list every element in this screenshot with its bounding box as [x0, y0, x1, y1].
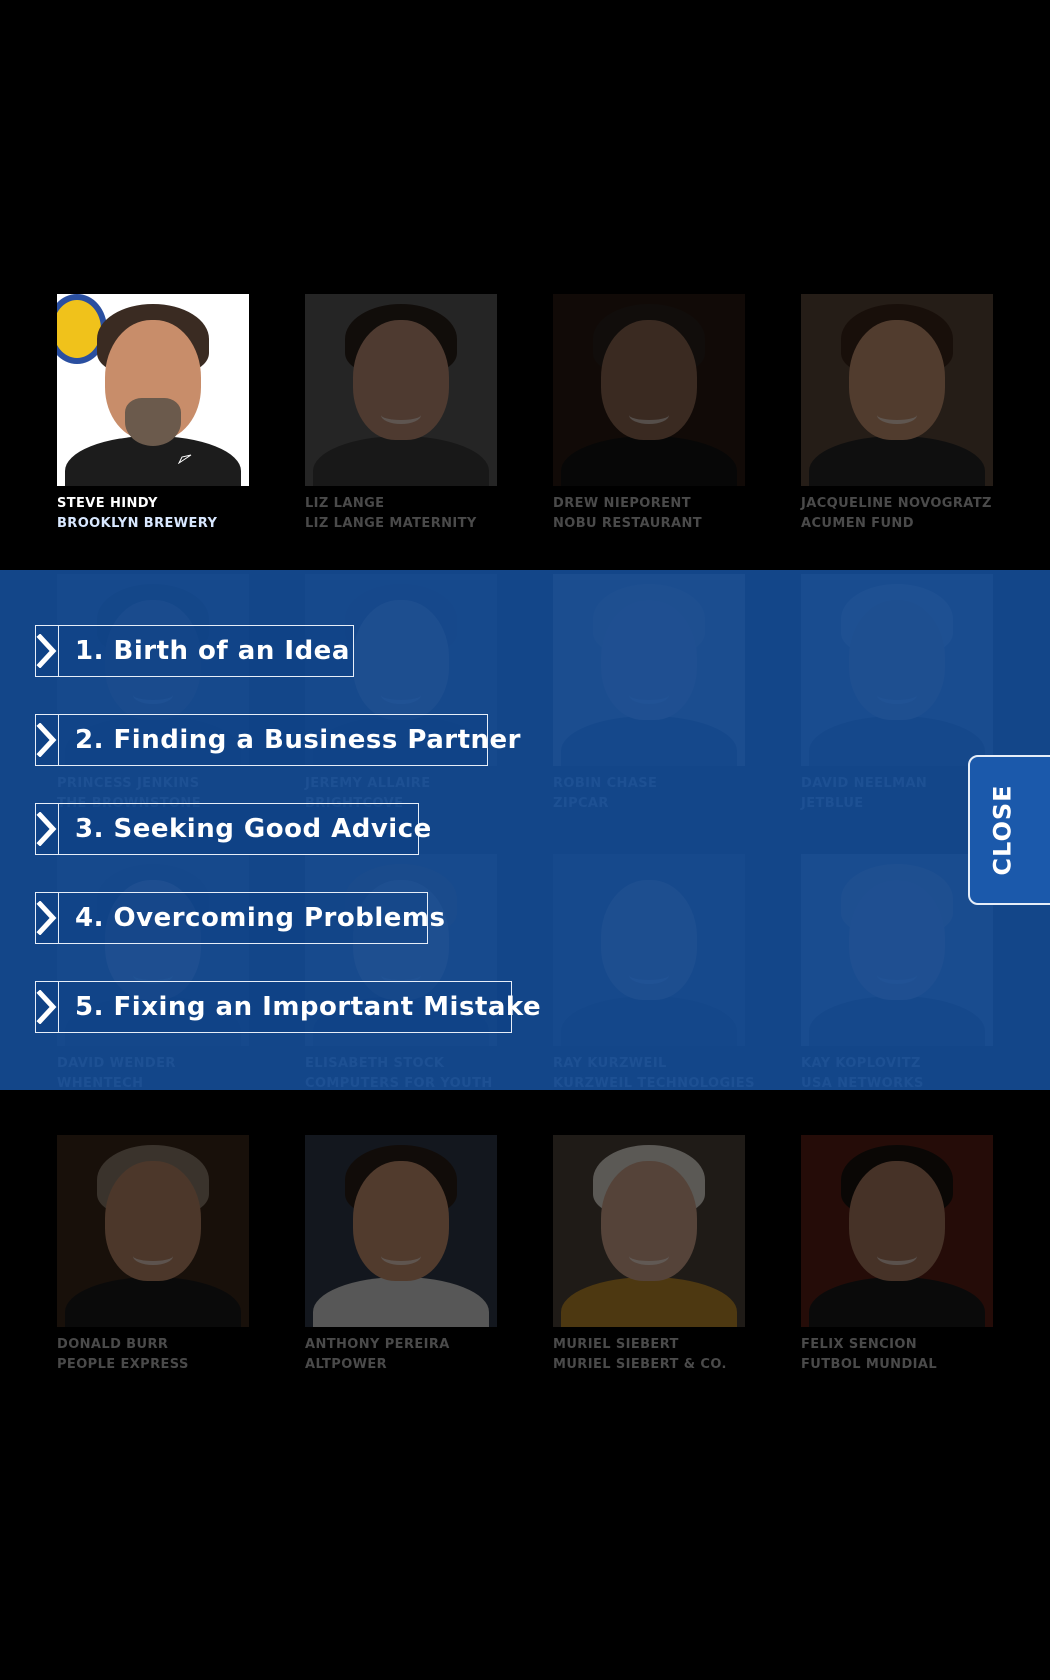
speaker-caption: JACQUELINE NOVOGRATZ ACUMEN FUND: [801, 494, 993, 534]
speaker-card[interactable]: JACQUELINE NOVOGRATZ ACUMEN FUND: [801, 294, 993, 534]
topic-button[interactable]: 3. Seeking Good Advice: [35, 803, 431, 855]
speaker-photo: [553, 294, 745, 486]
speaker-company: BROOKLYN BREWERY: [57, 516, 218, 531]
close-label: CLOSE: [989, 784, 1018, 876]
speaker-company: MURIEL SIEBERT & CO.: [553, 1357, 727, 1372]
chevron-right-icon: [36, 626, 59, 676]
chevron-right-icon: [36, 893, 59, 943]
speaker-caption: DONALD BURR PEOPLE EXPRESS: [57, 1335, 249, 1375]
topic-button[interactable]: 2. Finding a Business Partner: [35, 714, 520, 766]
topic-button[interactable]: 5. Fixing an Important Mistake: [35, 981, 541, 1033]
speaker-company: ACUMEN FUND: [801, 516, 914, 531]
speaker-name: ANTHONY PEREIRA: [305, 1337, 450, 1352]
speaker-card[interactable]: DONALD BURR PEOPLE EXPRESS: [57, 1135, 249, 1375]
topic-label: 4. Overcoming Problems: [75, 903, 446, 933]
speaker-photo: [305, 294, 497, 486]
topic-button[interactable]: 1. Birth of an Idea: [35, 625, 354, 677]
speaker-caption: DREW NIEPORENT NOBU RESTAURANT: [553, 494, 745, 534]
cursor-icon: [178, 454, 192, 464]
speaker-name: FELIX SENCION: [801, 1337, 918, 1352]
speaker-caption: LIZ LANGE LIZ LANGE MATERNITY: [305, 494, 497, 534]
topic-label: 5. Fixing an Important Mistake: [75, 992, 542, 1022]
speaker-company: LIZ LANGE MATERNITY: [305, 516, 477, 531]
topic-overlay: 1. Birth of an Idea 2. Finding a Business…: [0, 570, 1050, 1090]
speaker-card[interactable]: MURIEL SIEBERT MURIEL SIEBERT & CO.: [553, 1135, 745, 1375]
speaker-name: LIZ LANGE: [305, 496, 385, 511]
speaker-company: ALTPOWER: [305, 1357, 388, 1372]
speaker-name: JACQUELINE NOVOGRATZ: [801, 496, 992, 511]
speaker-caption: MURIEL SIEBERT MURIEL SIEBERT & CO.: [553, 1335, 745, 1375]
speaker-photo: [553, 1135, 745, 1327]
speaker-caption: FELIX SENCION FUTBOL MUNDIAL: [801, 1335, 993, 1375]
speaker-name: STEVE HINDY: [57, 496, 158, 511]
speaker-card[interactable]: FELIX SENCION FUTBOL MUNDIAL: [801, 1135, 993, 1375]
speaker-photo: [57, 1135, 249, 1327]
speaker-card[interactable]: LIZ LANGE LIZ LANGE MATERNITY: [305, 294, 497, 534]
speaker-company: NOBU RESTAURANT: [553, 516, 703, 531]
speaker-name: DREW NIEPORENT: [553, 496, 691, 511]
speaker-photo: [801, 1135, 993, 1327]
speaker-caption: STEVE HINDY BROOKLYN BREWERY: [57, 494, 249, 534]
speaker-company: PEOPLE EXPRESS: [57, 1357, 189, 1372]
topic-button[interactable]: 4. Overcoming Problems: [35, 892, 445, 944]
chevron-right-icon: [36, 804, 59, 854]
topic-label: 2. Finding a Business Partner: [75, 725, 521, 755]
chevron-right-icon: [36, 715, 59, 765]
speaker-name: MURIEL SIEBERT: [553, 1337, 679, 1352]
speaker-card[interactable]: DREW NIEPORENT NOBU RESTAURANT: [553, 294, 745, 534]
topic-label: 1. Birth of an Idea: [75, 636, 350, 666]
speaker-photo: [305, 1135, 497, 1327]
topic-label: 3. Seeking Good Advice: [75, 814, 432, 844]
chevron-right-icon: [36, 982, 59, 1032]
speaker-card[interactable]: STEVE HINDY BROOKLYN BREWERY: [57, 294, 249, 534]
close-button[interactable]: CLOSE: [968, 755, 1050, 905]
speaker-name: DONALD BURR: [57, 1337, 169, 1352]
speaker-photo: [57, 294, 249, 486]
speaker-company: FUTBOL MUNDIAL: [801, 1357, 938, 1372]
speaker-card[interactable]: ANTHONY PEREIRA ALTPOWER: [305, 1135, 497, 1375]
speaker-photo: [801, 294, 993, 486]
speaker-caption: ANTHONY PEREIRA ALTPOWER: [305, 1335, 497, 1375]
